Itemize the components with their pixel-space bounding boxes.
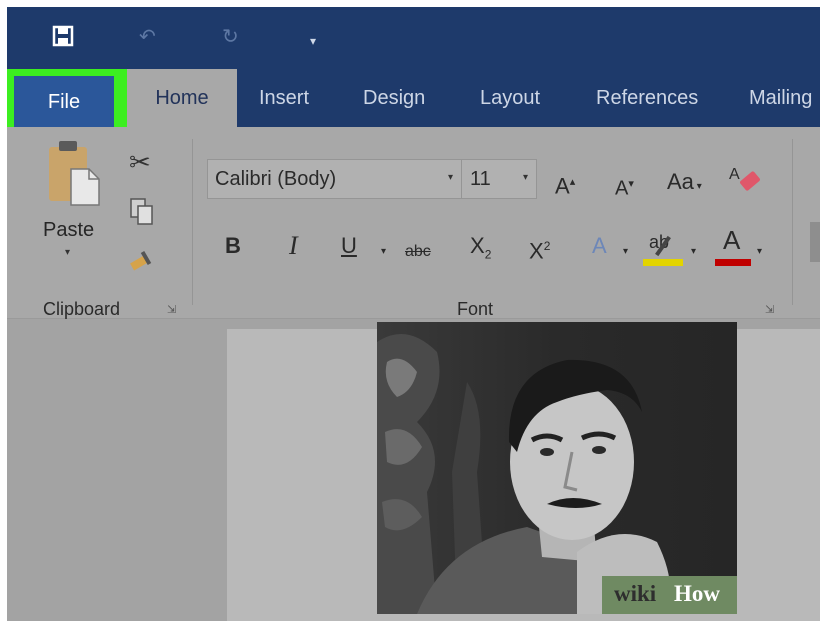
tab-references[interactable]: References: [596, 69, 698, 127]
tab-mailings[interactable]: Mailing: [749, 69, 812, 127]
subscript-label: X: [470, 233, 485, 258]
chevron-down-icon[interactable]: ▾: [381, 239, 386, 265]
undo-icon[interactable]: ↶: [139, 25, 156, 49]
format-painter-icon[interactable]: [129, 247, 157, 273]
tab-insert[interactable]: Insert: [259, 69, 309, 127]
watermark-part1: wiki: [614, 581, 657, 606]
font-size-value: 11: [470, 168, 491, 190]
clear-formatting-icon[interactable]: A: [729, 163, 763, 197]
strikethrough-button[interactable]: abc: [405, 239, 431, 265]
change-case-label: Aa: [667, 169, 694, 194]
chevron-down-icon[interactable]: ▾: [523, 172, 528, 183]
chevron-down-icon[interactable]: ▾: [448, 172, 453, 183]
subscript-mark: 2: [484, 247, 492, 262]
paste-label[interactable]: Paste: [43, 219, 94, 242]
tab-design[interactable]: Design: [363, 69, 425, 127]
tab-file[interactable]: File: [14, 76, 114, 128]
watermark-part2: How: [674, 581, 720, 606]
tab-layout[interactable]: Layout: [480, 69, 540, 127]
highlight-swatch: [643, 259, 683, 266]
chevron-down-icon[interactable]: ▾: [757, 239, 762, 265]
superscript-mark: 2: [543, 239, 551, 253]
svg-text:A: A: [729, 166, 740, 183]
paragraph-group-edge: [810, 222, 820, 262]
ribbon-home: Paste ▾ ✂ Clipboard ⇲ Calibri (Body) ▾ 1…: [7, 127, 820, 319]
ribbon-tabs: File Home Insert Design Layout Reference…: [7, 69, 820, 143]
chevron-down-icon[interactable]: ▾: [691, 239, 696, 265]
customize-icon[interactable]: ▾: [310, 29, 316, 53]
font-name-value: Calibri (Body): [215, 168, 337, 190]
font-launcher-icon[interactable]: ⇲: [765, 303, 774, 316]
wikihow-watermark: wiki How: [602, 576, 737, 614]
paste-icon[interactable]: [45, 139, 101, 209]
paste-dropdown-icon[interactable]: ▾: [65, 247, 70, 258]
font-color-swatch: [715, 259, 751, 266]
grow-font-label: A: [555, 173, 570, 199]
document-photo[interactable]: wiki How: [377, 322, 737, 614]
font-color-button[interactable]: A: [715, 227, 751, 267]
font-name-box[interactable]: Calibri (Body) ▾: [207, 159, 462, 199]
shrink-font-button[interactable]: A▾: [615, 171, 634, 202]
highlight-color-button[interactable]: ab: [643, 227, 683, 267]
superscript-button[interactable]: X2: [529, 233, 550, 264]
bold-button[interactable]: B: [225, 233, 241, 259]
italic-button[interactable]: I: [289, 233, 298, 259]
save-icon[interactable]: [52, 25, 74, 53]
clipboard-group-label: Clipboard: [43, 299, 121, 319]
subscript-button[interactable]: X2: [470, 233, 491, 267]
font-color-label: A: [723, 225, 741, 255]
shrink-font-label: A: [615, 177, 629, 200]
title-bar: ↶ ↻ ▾: [7, 7, 820, 69]
superscript-label: X: [529, 238, 544, 264]
underline-button[interactable]: U: [341, 233, 357, 259]
cut-icon[interactable]: ✂: [129, 147, 151, 178]
tab-home[interactable]: Home: [127, 69, 237, 129]
font-size-box[interactable]: 11 ▾: [462, 159, 537, 199]
grow-font-button[interactable]: A▴: [555, 169, 575, 199]
change-case-button[interactable]: Aa ▾: [667, 169, 702, 200]
chevron-down-icon[interactable]: ▾: [623, 239, 628, 265]
redo-icon[interactable]: ↻: [222, 25, 239, 49]
clipboard-launcher-icon[interactable]: ⇲: [167, 303, 176, 316]
group-divider: [792, 139, 793, 305]
group-divider: [192, 139, 193, 305]
text-effects-button[interactable]: A: [592, 233, 607, 259]
copy-icon[interactable]: [129, 197, 155, 227]
font-group-label: Font: [457, 299, 494, 319]
